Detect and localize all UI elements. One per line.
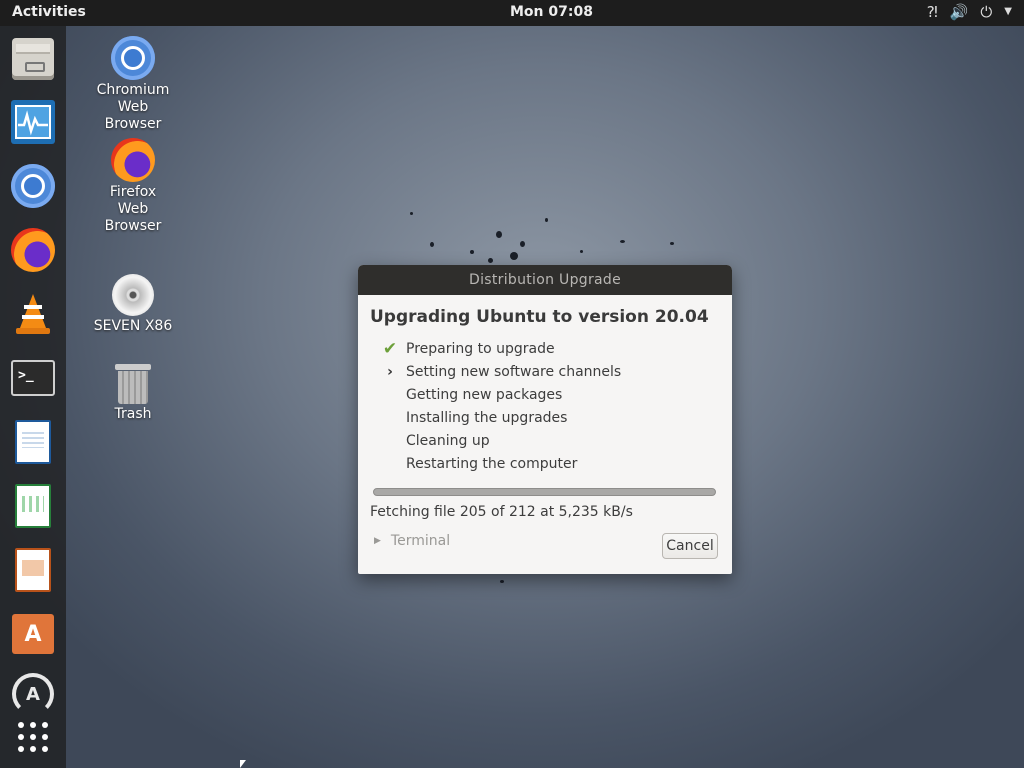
terminal-icon[interactable]: >_ xyxy=(10,355,56,401)
icon-label-line: Web xyxy=(117,99,149,115)
checkmark-icon: ✔ xyxy=(382,339,398,359)
activities-button[interactable]: Activities xyxy=(12,4,86,20)
dialog-heading: Upgrading Ubuntu to version 20.04 xyxy=(370,307,709,327)
software-center-icon[interactable]: A xyxy=(10,611,56,657)
chevron-right-icon: › xyxy=(387,364,393,380)
status-text: Fetching file 205 of 212 at 5,235 kB/s xyxy=(370,504,633,520)
libreoffice-calc-icon[interactable] xyxy=(10,483,56,529)
volume-icon[interactable]: 🔊 xyxy=(950,3,969,21)
vlc-icon[interactable] xyxy=(10,291,56,337)
firefox-icon[interactable] xyxy=(10,227,56,273)
upgrade-steps-list: ✔ Preparing to upgrade › Setting new sof… xyxy=(380,340,621,478)
chromium-icon xyxy=(111,36,155,80)
dialog-titlebar[interactable]: Distribution Upgrade xyxy=(358,265,732,295)
terminal-glyph: >_ xyxy=(11,360,55,396)
trash-icon[interactable]: Trash xyxy=(83,362,183,423)
dock: >_ A A xyxy=(0,26,66,768)
software-updater-glyph: A xyxy=(12,673,54,715)
cd-icon xyxy=(112,274,154,316)
firefox-icon xyxy=(111,138,155,182)
step-label: Setting new software channels xyxy=(406,364,622,380)
libreoffice-writer-icon[interactable] xyxy=(10,419,56,465)
step-preparing: ✔ Preparing to upgrade xyxy=(380,340,621,363)
step-installing: Installing the upgrades xyxy=(380,409,621,432)
step-label: Restarting the computer xyxy=(406,456,578,472)
chromium-icon[interactable] xyxy=(10,163,56,209)
power-icon[interactable]: ⏻ xyxy=(980,3,992,21)
step-label: Cleaning up xyxy=(406,433,490,449)
step-label: Preparing to upgrade xyxy=(406,341,555,357)
system-tray[interactable]: ⁈ 🔊 ⏻ ▼ xyxy=(927,3,1012,21)
upgrade-progress-bar xyxy=(373,488,716,496)
show-applications-icon[interactable] xyxy=(10,714,56,760)
menu-down-arrow-icon[interactable]: ▼ xyxy=(1004,3,1012,21)
step-label: Installing the upgrades xyxy=(406,410,568,426)
cancel-button[interactable]: Cancel xyxy=(662,533,718,559)
trash-can-icon xyxy=(115,362,151,404)
libreoffice-impress-icon[interactable] xyxy=(10,547,56,593)
network-question-icon[interactable]: ⁈ xyxy=(927,3,938,21)
icon-label-line: SEVEN X86 xyxy=(93,318,173,334)
terminal-label: Terminal xyxy=(390,533,451,549)
icon-label-line: Browser xyxy=(104,218,162,234)
cd-drive-icon[interactable]: SEVEN X86 xyxy=(83,274,183,335)
chromium-desktop-icon[interactable]: Chromium Web Browser xyxy=(83,36,183,133)
clock[interactable]: Mon 07:08 xyxy=(510,4,593,20)
step-getting-packages: Getting new packages xyxy=(380,386,621,409)
step-software-channels: › Setting new software channels xyxy=(380,363,621,386)
expander-arrow-icon: ▶ xyxy=(374,536,381,546)
icon-label-line: Chromium xyxy=(96,82,170,98)
step-cleaning-up: Cleaning up xyxy=(380,432,621,455)
icon-label-line: Web xyxy=(117,201,149,217)
terminal-expander[interactable]: ▶ Terminal xyxy=(374,533,450,549)
icon-label-line: Firefox xyxy=(109,184,157,200)
icon-label-line: Trash xyxy=(114,406,152,422)
icon-label-line: Browser xyxy=(104,116,162,132)
software-updater-icon[interactable]: A xyxy=(10,671,56,717)
distribution-upgrade-dialog: Distribution Upgrade Upgrading Ubuntu to… xyxy=(358,265,732,574)
firefox-desktop-icon[interactable]: Firefox Web Browser xyxy=(83,138,183,235)
software-center-glyph: A xyxy=(12,614,54,654)
step-restarting: Restarting the computer xyxy=(380,455,621,478)
files-icon[interactable] xyxy=(10,36,56,82)
step-label: Getting new packages xyxy=(406,387,563,403)
mouse-cursor xyxy=(240,760,246,768)
system-monitor-icon[interactable] xyxy=(10,99,56,145)
top-bar: Activities Mon 07:08 ⁈ 🔊 ⏻ ▼ xyxy=(0,0,1024,26)
